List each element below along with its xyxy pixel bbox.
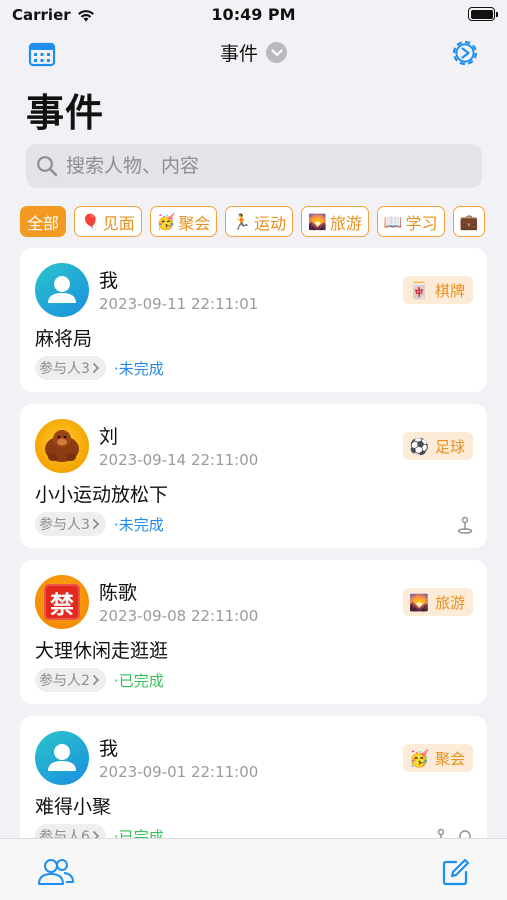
event-person-name: 刘 bbox=[99, 426, 119, 448]
navigation-bar: 事件 bbox=[0, 34, 507, 72]
location-pin-icon bbox=[457, 516, 473, 534]
event-meta: 参与人3 ·未完成 bbox=[35, 512, 164, 536]
person-icon bbox=[48, 276, 76, 303]
nav-title: 事件 bbox=[219, 43, 258, 65]
event-content: 麻将局 bbox=[35, 328, 93, 350]
gorilla-avatar-icon bbox=[45, 430, 79, 462]
chevron-right-icon bbox=[92, 362, 100, 374]
event-content: 难得小聚 bbox=[35, 796, 112, 818]
event-category-tag: 🥳 聚会 bbox=[403, 744, 473, 772]
chevron-right-icon bbox=[92, 518, 100, 530]
search-input[interactable] bbox=[66, 155, 446, 177]
chevron-right-icon bbox=[92, 674, 100, 686]
chip-label: 聚会 bbox=[178, 213, 211, 233]
sunrise-icon: 🌄 bbox=[409, 592, 429, 612]
chip-label: 学习 bbox=[405, 213, 438, 233]
contacts-people-icon[interactable] bbox=[37, 857, 75, 887]
event-content: 大理休闲走逛逛 bbox=[35, 640, 169, 662]
chip-meet[interactable]: 🎈 见面 bbox=[74, 206, 142, 237]
event-time: 2023-09-01 22:11:00 bbox=[99, 763, 259, 781]
chevron-down-icon bbox=[266, 42, 287, 63]
event-person-name: 陈歌 bbox=[99, 582, 138, 604]
chip-label: 旅游 bbox=[329, 213, 362, 233]
clock: 10:49 PM bbox=[211, 5, 296, 24]
event-card[interactable]: 禁 陈歌 2023-09-08 22:11:00 🌄 旅游 大理休闲走逛逛 参与… bbox=[20, 560, 487, 704]
participants-button[interactable]: 参与人2 bbox=[35, 668, 106, 692]
status-bar: Carrier 10:49 PM bbox=[0, 0, 507, 30]
settings-gear-icon[interactable] bbox=[449, 37, 481, 69]
chip-all[interactable]: 全部 bbox=[20, 206, 67, 237]
event-time: 2023-09-08 22:11:00 bbox=[99, 607, 259, 625]
event-person-name: 我 bbox=[99, 738, 119, 760]
status-text: ·未完成 bbox=[113, 359, 164, 378]
event-category-tag: 🌄 旅游 bbox=[403, 588, 473, 616]
runner-icon: 🏃 bbox=[232, 212, 252, 231]
event-person-name: 我 bbox=[99, 270, 119, 292]
mahjong-icon: 🀄 bbox=[409, 280, 429, 300]
soccer-ball-icon: ⚽ bbox=[409, 436, 429, 456]
search-bar[interactable] bbox=[26, 144, 482, 188]
person-icon bbox=[48, 744, 76, 771]
participants-button[interactable]: 参与人3 bbox=[35, 356, 106, 380]
chip-label: 见面 bbox=[102, 213, 135, 233]
tag-label: 棋牌 bbox=[434, 281, 465, 300]
event-content: 小小运动放松下 bbox=[35, 484, 169, 506]
status-text: ·已完成 bbox=[113, 671, 164, 690]
event-time: 2023-09-11 22:11:01 bbox=[99, 295, 259, 313]
page-title: 事件 bbox=[26, 91, 105, 135]
sunrise-icon: 🌄 bbox=[308, 212, 327, 231]
avatar bbox=[35, 419, 89, 473]
event-category-tag: ⚽ 足球 bbox=[403, 432, 473, 460]
tag-label: 旅游 bbox=[434, 593, 465, 612]
tag-label: 足球 bbox=[434, 437, 465, 456]
avatar-text: 禁 bbox=[44, 584, 80, 620]
avatar: 禁 bbox=[35, 575, 89, 629]
balloon-icon: 🎈 bbox=[81, 212, 100, 231]
event-meta: 参与人3 ·未完成 bbox=[35, 356, 164, 380]
nav-title-button[interactable]: 事件 bbox=[0, 39, 507, 66]
event-time: 2023-09-14 22:11:00 bbox=[99, 451, 259, 469]
event-card[interactable]: 刘 2023-09-14 22:11:00 ⚽ 足球 小小运动放松下 参与人3 … bbox=[20, 404, 487, 548]
status-text: ·未完成 bbox=[113, 515, 164, 534]
event-category-tag: 🀄 棋牌 bbox=[403, 276, 473, 304]
briefcase-icon: 💼 bbox=[459, 212, 479, 231]
chip-label: 全部 bbox=[27, 213, 60, 233]
chip-work[interactable]: 💼 bbox=[452, 206, 486, 237]
tab-bar bbox=[0, 838, 507, 900]
tag-label: 聚会 bbox=[434, 749, 465, 768]
chip-label: 运动 bbox=[254, 213, 287, 233]
book-icon: 📖 bbox=[383, 212, 403, 231]
event-card[interactable]: 我 2023-09-11 22:11:01 🀄 棋牌 麻将局 参与人3 ·未完成 bbox=[20, 248, 487, 392]
chip-sport[interactable]: 🏃 运动 bbox=[225, 206, 294, 237]
event-meta: 参与人2 ·已完成 bbox=[35, 668, 164, 692]
party-face-icon: 🥳 bbox=[409, 748, 429, 768]
participants-label: 参与人3 bbox=[39, 361, 90, 377]
participants-label: 参与人3 bbox=[39, 517, 90, 533]
battery-icon bbox=[468, 7, 498, 21]
chip-study[interactable]: 📖 学习 bbox=[376, 206, 445, 237]
chip-travel[interactable]: 🌄 旅游 bbox=[301, 206, 369, 237]
chip-party[interactable]: 🥳 聚会 bbox=[149, 206, 218, 237]
category-filter-bar: 全部 🎈 见面 🥳 聚会 🏃 运动 🌄 旅游 📖 学习 💼 bbox=[20, 206, 507, 238]
participants-label: 参与人2 bbox=[39, 673, 90, 689]
compose-icon[interactable] bbox=[442, 857, 470, 887]
participants-button[interactable]: 参与人3 bbox=[35, 512, 106, 536]
avatar bbox=[35, 731, 89, 785]
party-face-icon: 🥳 bbox=[156, 212, 176, 231]
search-icon bbox=[37, 156, 58, 177]
forbidden-sign-icon: 禁 bbox=[35, 575, 89, 629]
card-icons bbox=[457, 516, 473, 534]
avatar bbox=[35, 263, 89, 317]
